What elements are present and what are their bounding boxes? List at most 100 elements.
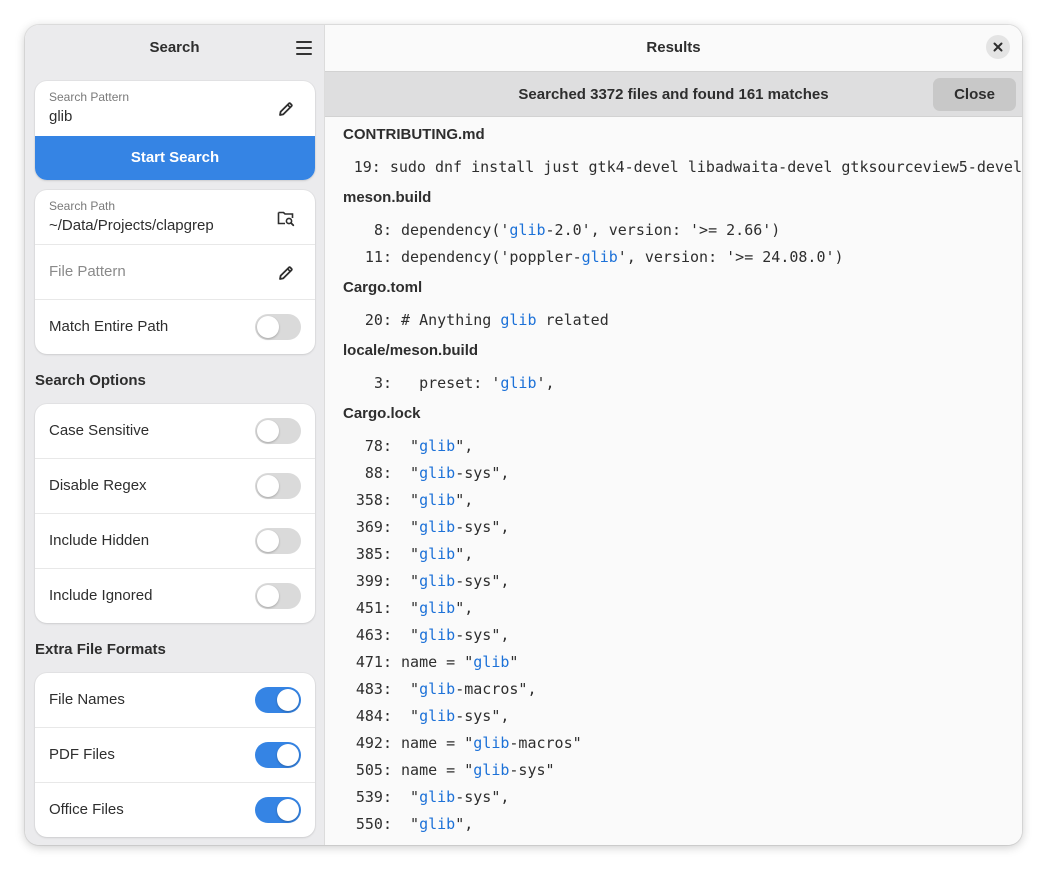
result-match-line[interactable]: 369: " glib -sys", <box>325 513 1022 540</box>
search-pattern-card: Search Pattern glib Start Search <box>35 81 315 180</box>
option-label: Disable Regex <box>49 477 147 494</box>
match-text: sudo dnf install just gtk4-devel libadwa… <box>380 157 1022 176</box>
file-names-toggle[interactable] <box>255 687 301 713</box>
match-entire-path-toggle[interactable] <box>255 314 301 340</box>
result-match-line[interactable]: 463: " glib -sys", <box>325 621 1022 648</box>
match-text: " <box>392 544 420 563</box>
case-sensitive-toggle[interactable] <box>255 418 301 444</box>
match-text: dependency(' <box>392 220 510 239</box>
match-highlight: glib <box>419 436 456 455</box>
result-file-name[interactable]: Cargo.lock <box>325 405 1022 427</box>
match-highlight: glib <box>500 310 537 329</box>
match-text: -sys", <box>455 706 510 725</box>
result-match-line[interactable]: 88: " glib -sys", <box>325 459 1022 486</box>
result-match-line[interactable]: 505: name = " glib -sys" <box>325 756 1022 783</box>
results-list: CONTRIBUTING.md 19: sudo dnf install just… <box>325 117 1022 837</box>
match-text: name = " <box>392 733 474 752</box>
include-hidden-toggle[interactable] <box>255 528 301 554</box>
result-match-line[interactable]: 451: " glib ", <box>325 594 1022 621</box>
option-row-case-sensitive: Case Sensitive <box>35 404 315 459</box>
match-highlight: glib <box>419 814 456 833</box>
format-row-office-files: Office Files <box>35 783 315 837</box>
match-text: -sys" <box>509 760 555 779</box>
result-matches: 3: preset: ' glib ', <box>325 364 1022 396</box>
result-match-line[interactable]: 471: name = " glib " <box>325 648 1022 675</box>
sidebar: Search Search Pattern glib Start Search … <box>25 25 325 845</box>
match-highlight: glib <box>419 490 456 509</box>
disable-regex-toggle[interactable] <box>255 473 301 499</box>
match-highlight: glib <box>419 517 456 536</box>
result-match-line[interactable]: 20: # Anything glib related <box>325 306 1022 333</box>
match-text: dependency('poppler- <box>392 247 582 266</box>
result-file-name[interactable]: locale/meson.build <box>325 342 1022 364</box>
main-menu-icon[interactable] <box>296 41 312 55</box>
result-match-line[interactable]: 399: " glib -sys", <box>325 567 1022 594</box>
result-match-line[interactable]: 3: preset: ' glib ', <box>325 369 1022 396</box>
match-highlight: glib <box>473 733 510 752</box>
result-match-line[interactable]: 539: " glib -sys", <box>325 783 1022 810</box>
match-highlight: glib <box>419 598 456 617</box>
edit-pencil-icon[interactable] <box>275 262 297 284</box>
option-row-include-hidden: Include Hidden <box>35 514 315 569</box>
start-search-button[interactable]: Start Search <box>35 136 315 180</box>
pdf-files-toggle[interactable] <box>255 742 301 768</box>
match-text: -macros" <box>509 733 582 752</box>
search-pattern-input[interactable]: glib <box>49 108 72 125</box>
match-entire-path-label: Match Entire Path <box>49 318 169 335</box>
result-match-line[interactable]: 484: " glib -sys", <box>325 702 1022 729</box>
edit-pencil-icon[interactable] <box>275 98 297 120</box>
folder-search-icon[interactable] <box>275 207 297 229</box>
match-text: ", <box>455 490 474 509</box>
match-text: ", <box>455 544 474 563</box>
file-pattern-field[interactable]: File Pattern <box>35 245 315 300</box>
match-text: -sys", <box>455 571 510 590</box>
match-text: ", <box>455 436 474 455</box>
include-ignored-toggle[interactable] <box>255 583 301 609</box>
match-text: " <box>392 625 420 644</box>
line-number: 399: <box>355 571 392 590</box>
format-row-file-names: File Names <box>35 673 315 728</box>
window-close-icon[interactable] <box>986 35 1010 59</box>
match-highlight: glib <box>419 679 456 698</box>
search-options-heading: Search Options <box>35 372 146 389</box>
match-highlight: glib <box>500 373 537 392</box>
result-match-line[interactable]: 492: name = " glib -macros" <box>325 729 1022 756</box>
match-highlight: glib <box>419 463 456 482</box>
result-matches: 19: sudo dnf install just gtk4-devel lib… <box>325 148 1022 180</box>
line-number: 484: <box>355 706 392 725</box>
banner-close-button[interactable]: Close <box>933 78 1016 111</box>
result-match-line[interactable]: 19: sudo dnf install just gtk4-devel lib… <box>325 153 1022 180</box>
result-file-name[interactable]: Cargo.toml <box>325 279 1022 301</box>
match-text: -sys", <box>455 625 510 644</box>
line-number: 463: <box>355 625 392 644</box>
result-match-line[interactable]: 385: " glib ", <box>325 540 1022 567</box>
match-entire-path-row: Match Entire Path <box>35 300 315 354</box>
match-highlight: glib <box>509 220 546 239</box>
match-text: -sys", <box>455 787 510 806</box>
file-pattern-input[interactable]: File Pattern <box>49 263 126 280</box>
search-pattern-field[interactable]: Search Pattern glib <box>35 81 315 136</box>
match-text: " <box>392 463 420 482</box>
results-summary: Searched 3372 files and found 161 matche… <box>518 86 829 103</box>
match-text: -2.0', version: '>= 2.66') <box>545 220 781 239</box>
result-match-line[interactable]: 483: " glib -macros", <box>325 675 1022 702</box>
results-title: Results <box>646 39 701 56</box>
result-file-name[interactable]: meson.build <box>325 189 1022 211</box>
result-file-name[interactable]: CONTRIBUTING.md <box>325 126 1022 148</box>
search-path-field[interactable]: Search Path ~/Data/Projects/clapgrep <box>35 190 315 245</box>
result-match-line[interactable]: 8: dependency(' glib -2.0', version: '>= 2… <box>325 216 1022 243</box>
match-text: " <box>392 598 420 617</box>
option-label: Case Sensitive <box>49 422 150 439</box>
line-number: 505: <box>355 760 392 779</box>
match-text: ", <box>455 814 474 833</box>
result-match-line[interactable]: 358: " glib ", <box>325 486 1022 513</box>
result-match-line[interactable]: 550: " glib ", <box>325 810 1022 837</box>
result-match-line[interactable]: 11: dependency('poppler-glib ', version: … <box>325 243 1022 270</box>
option-label: Include Hidden <box>49 532 150 549</box>
office-files-toggle[interactable] <box>255 797 301 823</box>
line-number: 471: <box>355 652 392 671</box>
result-match-line[interactable]: 78: " glib ", <box>325 432 1022 459</box>
match-text: ', <box>536 373 555 392</box>
search-options-card: Case Sensitive Disable Regex Include Hid… <box>35 404 315 623</box>
result-file-group: locale/meson.build 3: preset: ' glib ', <box>325 342 1022 396</box>
